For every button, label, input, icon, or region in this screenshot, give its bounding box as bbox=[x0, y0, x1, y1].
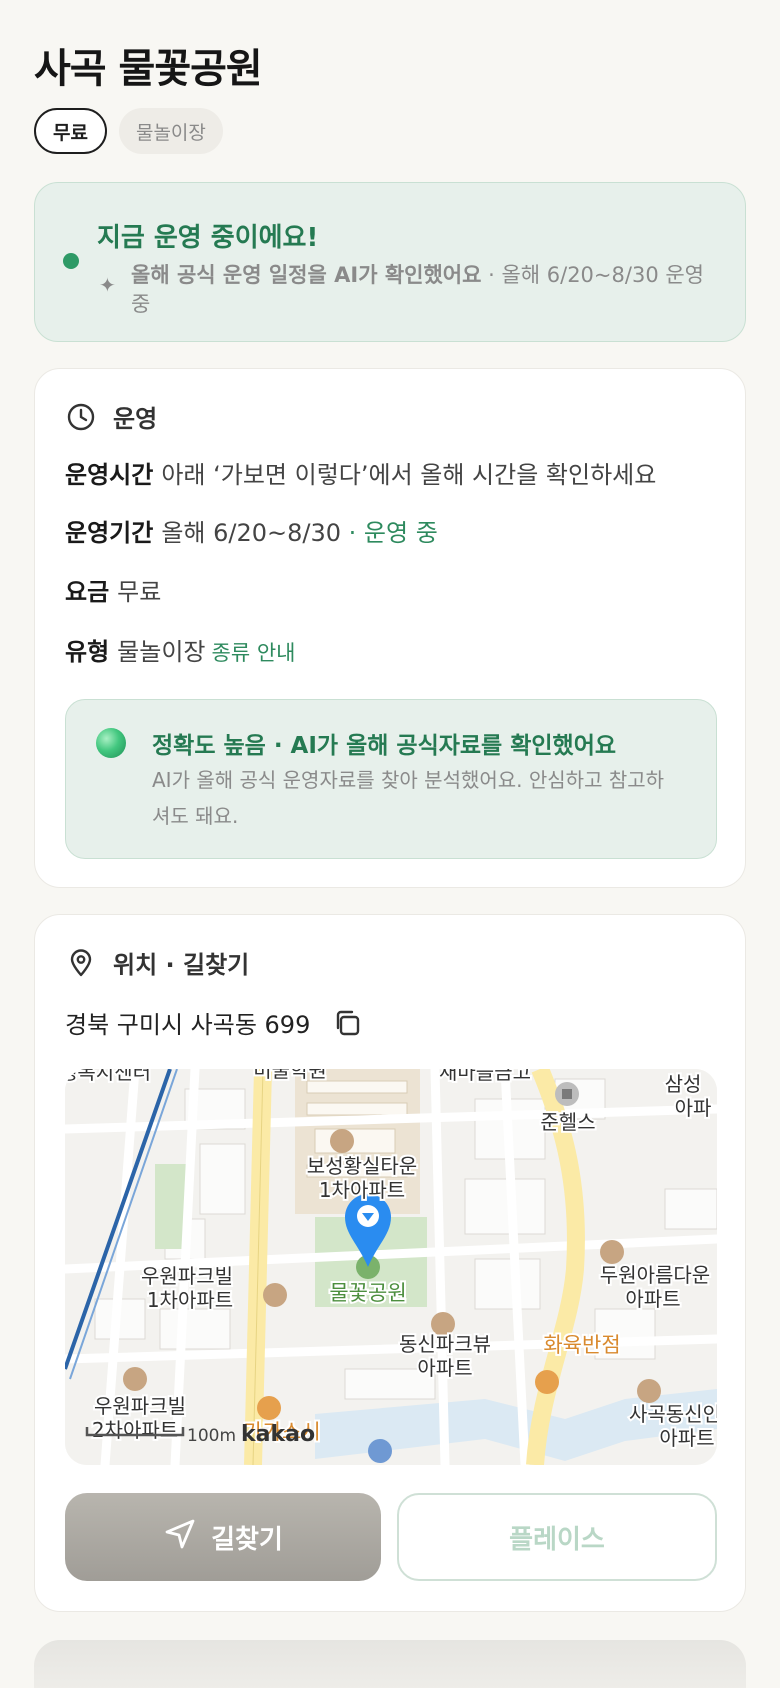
status-dot bbox=[63, 253, 79, 269]
map-label-top3: 새마을금고 bbox=[439, 1069, 531, 1084]
map-label-park: 물꽃공원 bbox=[329, 1281, 406, 1305]
hours-row: 운영시간 아래 ‘가보면 이렇다’에서 올해 시간을 확인하세요 bbox=[65, 455, 656, 490]
hours-key: 운영시간 bbox=[65, 461, 154, 489]
map-label-top2: 미술학원 bbox=[253, 1069, 327, 1082]
accuracy-description: AI가 올해 공식 운영자료를 찾아 분석했어요. 안심하고 참고하셔도 돼요. bbox=[152, 768, 665, 828]
directions-label: 길찾기 bbox=[211, 1524, 283, 1555]
period-key: 운영기간 bbox=[65, 519, 154, 547]
map-label-samsung2: 아파 bbox=[675, 1096, 712, 1120]
map-label-sagok: 사곡동신인 bbox=[629, 1402, 717, 1426]
map-label-uwon1b: 1차아파트 bbox=[147, 1288, 233, 1312]
period-row: 운영기간 올해 6/20~8/30 · 운영 중 bbox=[65, 513, 438, 548]
address-row: 경북 구미시 사곡동 699 bbox=[65, 1005, 362, 1040]
sparkle-icon: ✦ bbox=[99, 273, 116, 297]
type-key: 유형 bbox=[65, 638, 110, 666]
status-description: 올해 공식 운영 일정을 AI가 확인했어요 · 올해 6/20~8/30 운영… bbox=[131, 261, 721, 319]
place-button[interactable]: 플레이스 bbox=[397, 1493, 717, 1581]
map-label-top1: 행복지센터 bbox=[65, 1069, 151, 1084]
fee-row: 요금 무료 bbox=[65, 572, 161, 607]
map-view[interactable]: 행복지센터 미술학원 새마을금고 보성황실타운 1차아파트 준헬스 삼성 아파 … bbox=[65, 1069, 717, 1465]
map-label-duwon2: 아파트 bbox=[625, 1287, 680, 1311]
next-card-peek bbox=[34, 1640, 746, 1688]
map-label-apt1: 보성황실타운 bbox=[307, 1154, 417, 1178]
location-header: 위치 · 길찾기 bbox=[65, 945, 249, 980]
map-label-uwon1: 우원파크빌 bbox=[141, 1264, 233, 1288]
map-label-dongshin: 동신파크뷰 bbox=[399, 1332, 491, 1356]
location-heading: 위치 · 길찾기 bbox=[113, 951, 250, 979]
operation-heading: 운영 bbox=[113, 405, 158, 433]
map-label-dongshin2: 아파트 bbox=[417, 1356, 472, 1380]
location-card: 위치 · 길찾기 경북 구미시 사곡동 699 행복지센터 미술학원 새마을금고… bbox=[34, 914, 746, 1612]
period-status: · 운영 중 bbox=[341, 519, 438, 547]
period-value: 올해 6/20~8/30 bbox=[161, 519, 342, 547]
map-label-apt1b: 1차아파트 bbox=[319, 1178, 405, 1202]
accuracy-box: 정확도 높음 · AI가 올해 공식자료를 확인했어요 AI가 올해 공식 운영… bbox=[65, 699, 717, 859]
map-label-hwayuk: 화육반점 bbox=[543, 1333, 620, 1357]
status-title: 지금 운영 중이에요! bbox=[97, 223, 319, 253]
accuracy-orb-icon bbox=[96, 728, 126, 758]
type-value: 물놀이장 bbox=[117, 638, 206, 666]
hours-value: 아래 ‘가보면 이렇다’에서 올해 시간을 확인하세요 bbox=[161, 461, 657, 489]
map-label-duwon: 두원아름다운 bbox=[600, 1263, 710, 1287]
copy-icon[interactable] bbox=[332, 1008, 362, 1038]
page-title: 사곡 물꽃공원 bbox=[34, 46, 263, 92]
operation-header: 운영 bbox=[65, 399, 157, 434]
type-row: 유형 물놀이장 종류 안내 bbox=[65, 632, 295, 667]
navigation-arrow-icon bbox=[163, 1517, 197, 1558]
accuracy-title: 정확도 높음 · AI가 올해 공식자료를 확인했어요 bbox=[152, 733, 617, 759]
status-desc-bold: 올해 공식 운영 일정을 AI가 확인했어요 bbox=[131, 263, 482, 287]
map-label-samsung: 삼성 bbox=[665, 1072, 702, 1096]
chip-type[interactable]: 물놀이장 bbox=[118, 108, 223, 154]
clock-icon bbox=[65, 401, 97, 433]
fee-key: 요금 bbox=[65, 578, 110, 606]
map-label-uwon2b: 2차아파트 bbox=[92, 1418, 178, 1442]
type-guide-link[interactable]: 종류 안내 bbox=[212, 641, 296, 665]
operation-card: 운영 운영시간 아래 ‘가보면 이렇다’에서 올해 시간을 확인하세요 운영기간 올… bbox=[34, 368, 746, 888]
map-label-uwon2: 우원파크빌 bbox=[94, 1394, 186, 1418]
chip-free[interactable]: 무료 bbox=[34, 108, 107, 154]
map-label-sagok2: 아파트 bbox=[659, 1426, 714, 1450]
status-card: 지금 운영 중이에요! ✦ 올해 공식 운영 일정을 AI가 확인했어요 · 올… bbox=[34, 182, 746, 342]
tag-chips: 무료 물놀이장 bbox=[34, 108, 223, 154]
location-pin-icon bbox=[65, 947, 97, 979]
map-scale: 100m bbox=[187, 1426, 236, 1446]
directions-button[interactable]: 길찾기 bbox=[65, 1493, 381, 1581]
fee-value: 무료 bbox=[117, 578, 162, 606]
map-brand: kakao bbox=[241, 1422, 315, 1447]
map-label-jun: 준헬스 bbox=[540, 1110, 595, 1134]
address-text: 경북 구미시 사곡동 699 bbox=[65, 1011, 311, 1039]
